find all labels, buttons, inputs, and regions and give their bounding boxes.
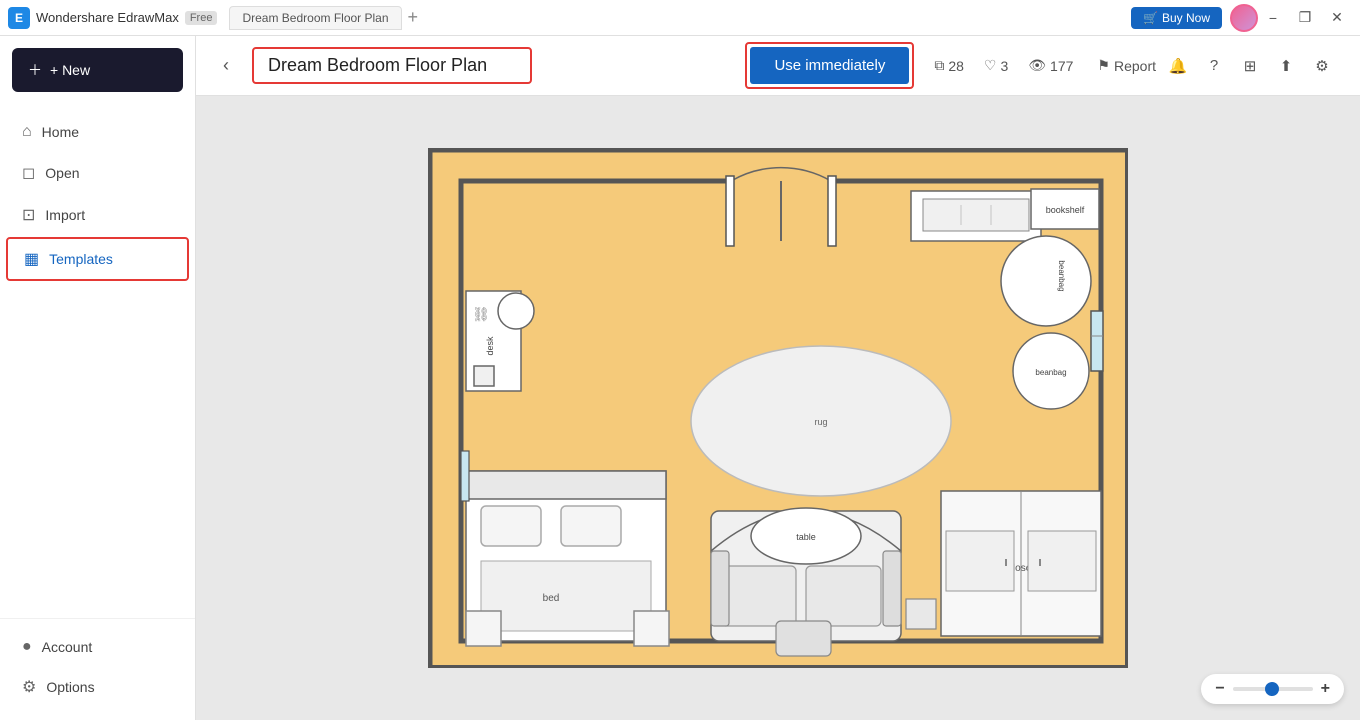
zoom-out-button[interactable]: − <box>1215 680 1224 698</box>
eye-icon: 👁 <box>1028 57 1046 74</box>
app-icon: E <box>8 7 30 29</box>
sidebar-item-home[interactable]: ⌂ Home <box>6 113 189 151</box>
main-header: ‹ Dream Bedroom Floor Plan Use immediate… <box>196 36 1360 96</box>
svg-text:beanbag: beanbag <box>1035 368 1066 377</box>
zoom-thumb[interactable] <box>1265 682 1279 696</box>
heart-icon: ♡ <box>984 57 997 74</box>
sidebar-item-options[interactable]: ⚙ Options <box>6 667 189 707</box>
sidebar-item-templates[interactable]: ▦ Templates <box>6 237 189 281</box>
zoom-slider[interactable] <box>1233 687 1313 691</box>
floor-plan-svg: bookshelf desk ⛓ rug beanbag beanbag <box>428 148 1128 668</box>
window-controls: − ❐ ✕ <box>1258 3 1352 33</box>
svg-text:bookshelf: bookshelf <box>1046 205 1085 215</box>
flag-icon: ⚑ <box>1097 57 1110 74</box>
settings-icon[interactable]: ⚙ <box>1308 52 1336 80</box>
tab-label: Dream Bedroom Floor Plan <box>242 11 388 25</box>
report-button[interactable]: ⚑ Report <box>1097 57 1156 74</box>
app-body: ＋ + New ⌂ Home ◻ Open ⊡ Import ▦ Templat… <box>0 36 1360 720</box>
back-button[interactable]: ‹ <box>212 52 240 80</box>
svg-text:beanbag: beanbag <box>1057 260 1066 291</box>
svg-text:table: table <box>796 532 816 542</box>
open-icon: ◻ <box>22 163 35 183</box>
sidebar-item-open[interactable]: ◻ Open <box>6 153 189 193</box>
cart-icon: 🛒 <box>1143 11 1158 25</box>
svg-text:⛓: ⛓ <box>472 306 490 322</box>
sidebar-bottom: ● Account ⚙ Options <box>0 618 195 720</box>
diagram-area: bookshelf desk ⛓ rug beanbag beanbag <box>196 96 1360 720</box>
titlebar: E Wondershare EdrawMax Free Dream Bedroo… <box>0 0 1360 36</box>
sidebar-item-import[interactable]: ⊡ Import <box>6 195 189 235</box>
app-logo: E Wondershare EdrawMax Free <box>8 7 217 29</box>
templates-icon: ▦ <box>24 249 39 269</box>
zoom-bar: − + <box>1201 674 1344 704</box>
avatar[interactable] <box>1230 4 1258 32</box>
header-icons: Use immediately ⧉ 28 ♡ 3 👁 177 ⚑ Report <box>745 42 1336 89</box>
buy-now-button[interactable]: 🛒 Buy Now <box>1131 7 1222 29</box>
use-immediately-button[interactable]: Use immediately <box>750 47 909 84</box>
options-icon: ⚙ <box>22 677 36 697</box>
app-name: Wondershare EdrawMax <box>36 10 179 25</box>
plus-icon: ＋ <box>28 60 42 80</box>
sidebar-nav: ⌂ Home ◻ Open ⊡ Import ▦ Templates <box>0 104 195 290</box>
template-title: Dream Bedroom Floor Plan <box>252 47 532 84</box>
home-icon: ⌂ <box>22 123 32 141</box>
sidebar: ＋ + New ⌂ Home ◻ Open ⊡ Import ▦ Templat… <box>0 36 196 720</box>
minimize-button[interactable]: − <box>1258 3 1288 33</box>
zoom-in-button[interactable]: + <box>1321 680 1330 698</box>
free-badge: Free <box>185 11 218 25</box>
apps-grid-icon[interactable]: ⊞ <box>1236 52 1264 80</box>
share-icon[interactable]: ⬆ <box>1272 52 1300 80</box>
use-immediately-box: Use immediately <box>745 42 914 89</box>
add-tab-button[interactable]: + <box>408 7 419 28</box>
import-icon: ⊡ <box>22 205 35 225</box>
bell-icon[interactable]: 🔔 <box>1164 52 1192 80</box>
account-icon: ● <box>22 638 32 656</box>
restore-button[interactable]: ❐ <box>1290 3 1320 33</box>
active-tab[interactable]: Dream Bedroom Floor Plan <box>229 6 401 30</box>
close-button[interactable]: ✕ <box>1322 3 1352 33</box>
svg-text:bed: bed <box>543 593 560 604</box>
likes-stat: ♡ 3 <box>984 57 1008 74</box>
svg-text:desk: desk <box>485 336 495 356</box>
content-area: ‹ Dream Bedroom Floor Plan Use immediate… <box>196 36 1360 720</box>
copies-stat: ⧉ 28 <box>934 57 964 74</box>
new-button[interactable]: ＋ + New <box>12 48 183 92</box>
help-icon[interactable]: ? <box>1200 52 1228 80</box>
svg-text:rug: rug <box>814 417 827 427</box>
views-stat: 👁 177 <box>1028 57 1073 74</box>
copy-icon: ⧉ <box>934 57 944 74</box>
sidebar-item-account[interactable]: ● Account <box>6 628 189 666</box>
